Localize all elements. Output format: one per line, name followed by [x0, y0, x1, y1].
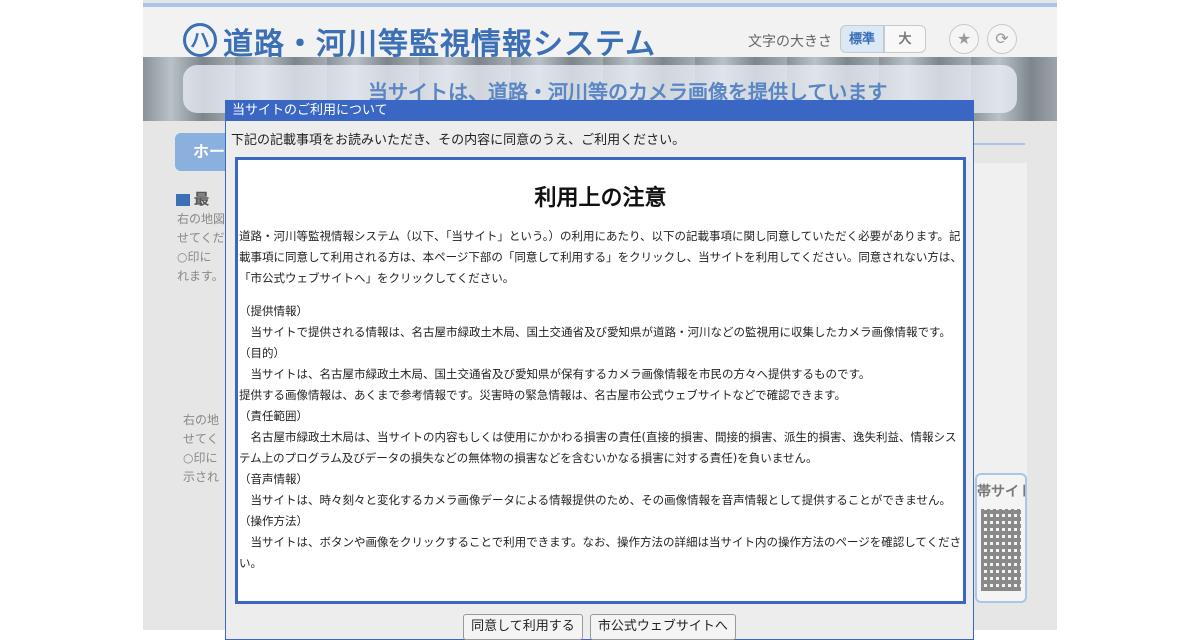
terms-intro-paragraph: 道路・河川等監視情報システム（以下、「当サイト」という。）の利用にあたり、以下の…	[239, 229, 962, 285]
section-body: 当サイトは、ボタンや画像をクリックすることで利用できます。なお、操作方法の詳細は…	[239, 535, 962, 570]
section-head: （目的）	[239, 346, 285, 360]
right-panel	[973, 163, 1027, 483]
font-size-normal-button[interactable]: 標準	[840, 25, 884, 53]
section-head: （提供情報）	[239, 304, 308, 318]
section-body: 当サイトは、時々刻々と変化するカメラ画像データによる情報提供のため、その画像情報…	[250, 493, 951, 507]
camera-icon	[176, 193, 190, 206]
dialog-title[interactable]: 当サイトのご利用について	[226, 101, 973, 121]
mobile-site-box[interactable]: 帯サイト	[975, 473, 1027, 603]
right-accent-line	[973, 143, 1025, 145]
terms-dialog: 当サイトのご利用について 下記の記載事項をお読みいただき、その内容に同意のうえ、…	[225, 100, 974, 640]
site-logo-icon[interactable]: ハ	[183, 23, 217, 57]
site-header: ハ 道路・河川等監視情報システム 文字の大きさ 標準 大 ★ ⟳	[143, 7, 1057, 62]
section-body: 当サイトで提供される情報は、名古屋市緑政土木局、国土交通省及び愛知県が道路・河川…	[250, 325, 951, 339]
sidebar-section-title: 最	[194, 190, 210, 208]
section-head: （操作方法）	[239, 514, 308, 528]
star-icon[interactable]: ★	[949, 24, 979, 54]
font-size-label: 文字の大きさ	[748, 34, 832, 50]
dialog-button-row: 同意して利用する 市公式ウェブサイトへ	[226, 614, 973, 640]
qr-code-icon	[981, 509, 1021, 591]
mobile-site-label: 帯サイト	[977, 484, 1025, 500]
dialog-intro: 下記の記載事項をお読みいただき、その内容に同意のうえ、ご利用ください。	[231, 133, 686, 148]
section-head: （責任範囲）	[239, 409, 308, 423]
section-head: （音声情報）	[239, 472, 308, 486]
agree-button[interactable]: 同意して利用する	[463, 614, 583, 640]
section-extra: 提供する画像情報は、あくまで参考情報です。災害時の緊急情報は、名古屋市公式ウェブ…	[239, 388, 846, 402]
sidebar-section-head: 最	[176, 188, 209, 209]
city-site-button[interactable]: 市公式ウェブサイトへ	[589, 614, 736, 640]
section-body: 名古屋市緑政土木局は、当サイトの内容もしくは使用にかかわる損害の責任(直接的損害…	[239, 430, 957, 465]
terms-content[interactable]: 利用上の注意 道路・河川等監視情報システム（以下、「当サイト」という。）の利用に…	[235, 157, 966, 604]
reload-icon[interactable]: ⟳	[987, 24, 1017, 54]
terms-heading: 利用上の注意	[534, 186, 667, 211]
section-body: 当サイトは、名古屋市緑政土木局、国土交通省及び愛知県が保有するカメラ画像情報を市…	[250, 367, 871, 381]
font-size-large-button[interactable]: 大	[884, 25, 926, 53]
